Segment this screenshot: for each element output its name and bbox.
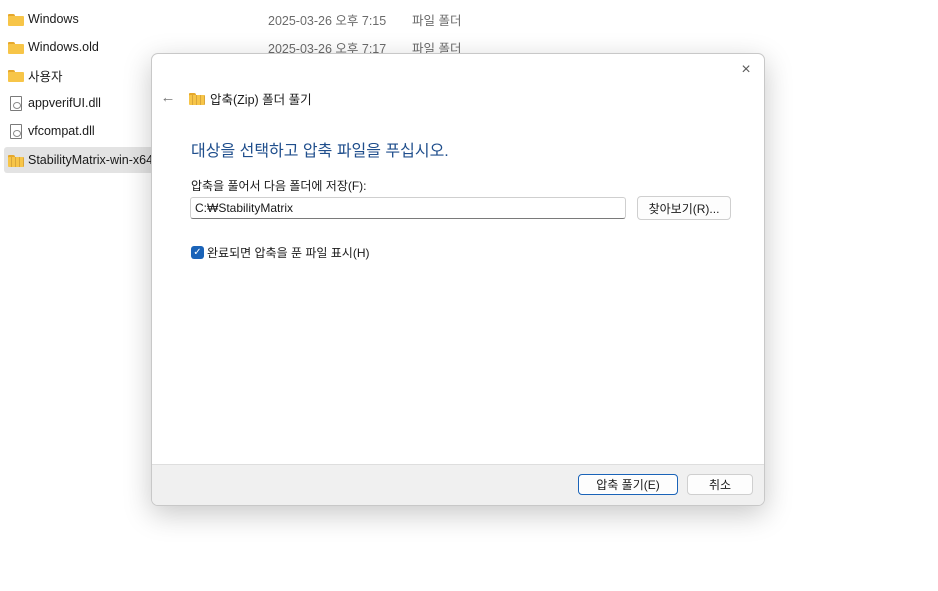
- file-row-appverifui[interactable]: appverifUI.dll: [4, 90, 101, 116]
- file-row-stabilitymatrix[interactable]: StabilityMatrix-win-x64: [4, 147, 164, 173]
- file-date: 2025-03-26 오후 7:15: [268, 13, 387, 28]
- document-icon: [10, 95, 22, 111]
- file-name: StabilityMatrix-win-x64: [28, 153, 154, 167]
- close-icon[interactable]: ×: [734, 59, 758, 81]
- dialog-heading: 대상을 선택하고 압축 파일을 푸십시오.: [191, 143, 449, 160]
- show-files-checkbox[interactable]: ✓: [191, 246, 204, 259]
- file-name: vfcompat.dll: [28, 124, 95, 138]
- dialog-title: 압축(Zip) 폴더 풀기: [210, 93, 312, 107]
- extract-button[interactable]: 압축 풀기(E): [578, 474, 678, 495]
- cancel-button[interactable]: 취소: [687, 474, 753, 495]
- file-row-users[interactable]: 사용자: [4, 62, 63, 88]
- folder-icon: [8, 11, 24, 27]
- zip-folder-icon: [8, 152, 24, 168]
- file-name: 사용자: [28, 69, 63, 84]
- browse-button[interactable]: 찾아보기(R)...: [637, 196, 731, 220]
- show-files-label: 완료되면 압축을 푼 파일 표시(H): [207, 246, 370, 260]
- file-name: appverifUI.dll: [28, 96, 101, 110]
- folder-icon: [8, 39, 24, 55]
- destination-label: 압축을 풀어서 다음 폴더에 저장(F):: [191, 179, 367, 193]
- document-icon: [10, 123, 22, 139]
- file-row-windows[interactable]: Windows 2025-03-26 오후 7:15 파일 폴더: [4, 6, 461, 32]
- dialog-header: ← 압축(Zip) 폴더 풀기: [152, 84, 764, 110]
- file-name: Windows.old: [28, 40, 99, 54]
- destination-path-input[interactable]: [190, 197, 626, 219]
- dialog-footer: 압축 풀기(E) 취소: [152, 464, 764, 505]
- zip-folder-icon: [189, 90, 205, 106]
- show-files-option[interactable]: ✓ 완료되면 압축을 푼 파일 표시(H): [191, 244, 369, 261]
- file-row-windows-old[interactable]: Windows.old 2025-03-26 오후 7:17 파일 폴더: [4, 34, 461, 60]
- file-row-vfcompat[interactable]: vfcompat.dll: [4, 118, 95, 144]
- back-arrow-icon[interactable]: ←: [158, 87, 178, 107]
- folder-icon: [8, 67, 24, 83]
- file-name: Windows: [28, 12, 79, 26]
- extract-dialog: × ← 압축(Zip) 폴더 풀기 대상을 선택하고 압축 파일을 푸십시오. …: [151, 53, 765, 506]
- file-type: 파일 폴더: [412, 13, 462, 28]
